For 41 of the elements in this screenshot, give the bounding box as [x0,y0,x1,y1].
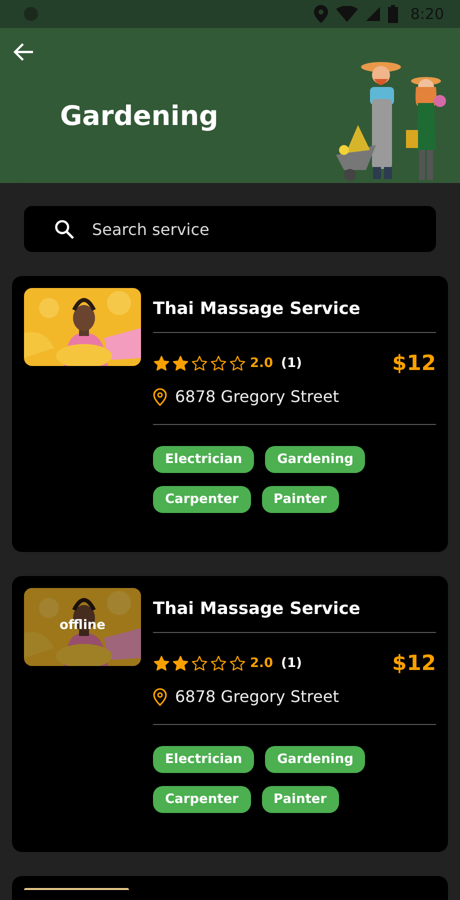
star-outline-icon [210,654,227,672]
service-address: 6878 Gregory Street [175,687,339,706]
rating-value: 2.0 [250,356,274,370]
battery-icon [388,5,398,23]
category-tag: Carpenter [153,486,251,513]
star-outline-icon [229,654,246,672]
star-outline-icon [191,654,208,672]
wifi-icon [336,6,358,22]
category-tag: Carpenter [153,786,251,813]
location-pin-icon [153,688,167,706]
star-icon [153,654,170,672]
star-icon [153,354,170,372]
category-tag: Gardening [265,446,366,473]
star-outline-icon [229,354,246,372]
page-title: Gardening [60,101,218,132]
category-tag: Painter [262,486,339,513]
location-pin-icon [153,388,167,406]
star-outline-icon [191,354,208,372]
location-icon [314,5,328,23]
service-title: Thai Massage Service [153,599,362,621]
service-price: $12 [392,651,436,675]
service-card[interactable]: Thai Massage Service 2.0 (1) $12 6878 Gregory Street Electrician Gardening Carpenter Painter [12,276,448,552]
back-button[interactable] [13,41,35,63]
service-price: $12 [392,351,436,375]
offline-label: offline [58,618,106,633]
search-icon [53,218,75,240]
review-count: (1) [281,656,302,670]
service-card[interactable]: offline Thai Massage Service 2.0 (1) $12 6878 Gregory Street Electrician Gardening Carpenter Painter [12,576,448,852]
star-icon [172,654,189,672]
star-icon [172,354,189,372]
service-address: 6878 Gregory Street [175,387,339,406]
review-count: (1) [281,356,302,370]
service-title: Thai Massage Service [153,299,362,321]
signal-icon [366,7,380,21]
category-tag: Electrician [153,746,254,773]
rating-value: 2.0 [250,656,274,670]
search-field[interactable]: Search service [24,206,436,252]
star-outline-icon [210,354,227,372]
category-tag: Gardening [265,746,366,773]
category-tag: Painter [262,786,339,813]
category-tag: Electrician [153,446,254,473]
